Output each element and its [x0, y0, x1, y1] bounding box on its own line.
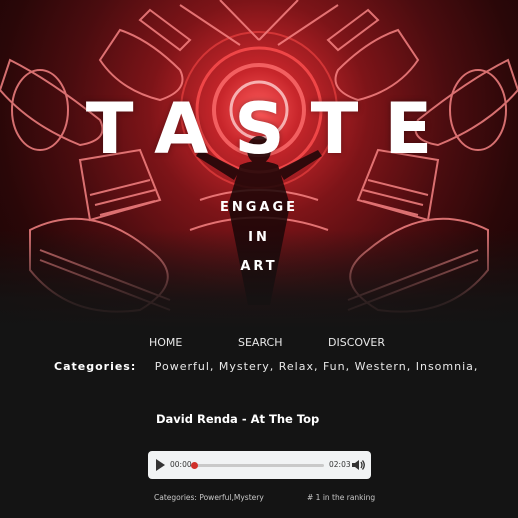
- track-title: David Renda - At The Top: [156, 412, 320, 426]
- nav-search-link[interactable]: SEARCH: [238, 336, 283, 349]
- hero-fade-overlay: [0, 230, 518, 330]
- categories-label: Categories:: [54, 360, 137, 373]
- duration: 02:03: [329, 460, 351, 469]
- track-ranking: # 1 in the ranking: [307, 493, 376, 502]
- audio-player: 00:00 02:03: [148, 451, 371, 479]
- play-icon[interactable]: [156, 459, 165, 471]
- hero-banner: TASTE ENGAGE IN ART: [0, 0, 518, 330]
- nav-home-link[interactable]: HOME: [149, 336, 182, 349]
- current-time: 00:00: [170, 460, 192, 469]
- categories-row: Categories: Powerful, Mystery, Relax, Fu…: [54, 360, 478, 373]
- page-title: TASTE: [85, 88, 459, 170]
- tagline-line-2: IN: [248, 230, 270, 245]
- tagline-line-1: ENGAGE: [219, 200, 299, 215]
- tagline-line-3: ART: [240, 259, 278, 274]
- main-nav: HOME SEARCH DISCOVER: [0, 336, 518, 352]
- progress-bar[interactable]: [191, 462, 324, 469]
- track-categories: Categories: Powerful,Mystery: [154, 493, 264, 502]
- progress-knob[interactable]: [191, 462, 198, 469]
- categories-list[interactable]: Powerful, Mystery, Relax, Fun, Western, …: [155, 360, 479, 373]
- volume-icon[interactable]: [351, 459, 365, 471]
- nav-discover-link[interactable]: DISCOVER: [328, 336, 385, 349]
